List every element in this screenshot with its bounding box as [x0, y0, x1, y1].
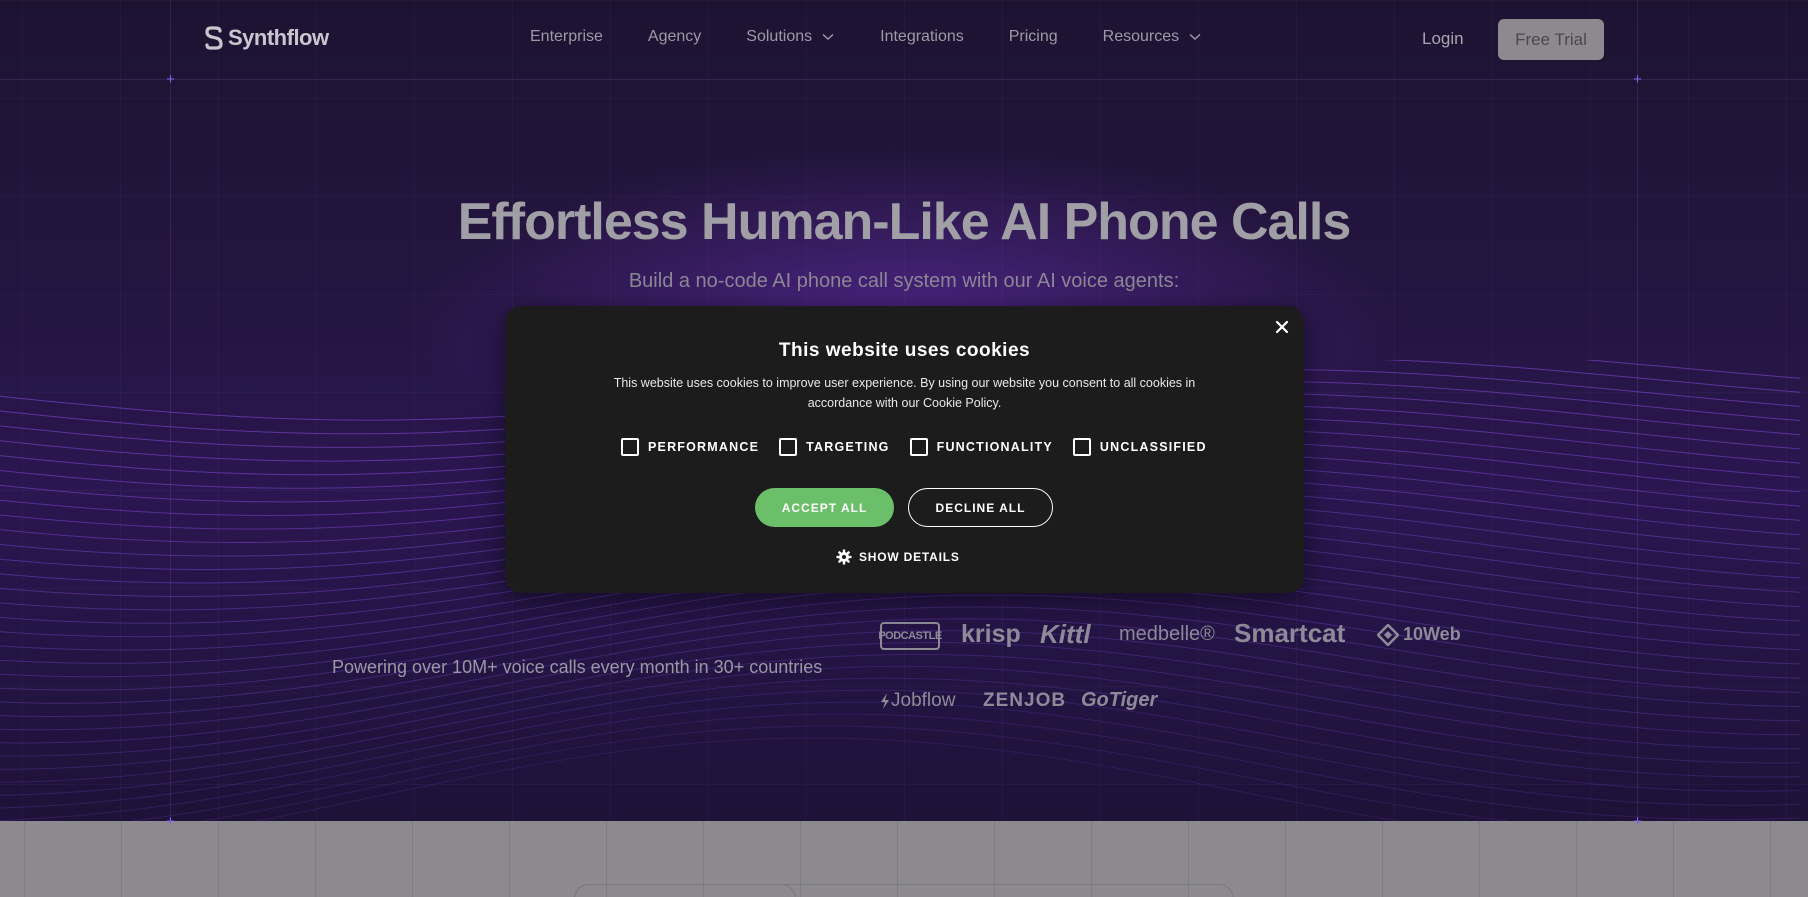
nav-link-label: Solutions — [746, 28, 813, 45]
wave-line — [0, 701, 1801, 821]
hero-subline: Build a no-code AI phone call system wit… — [628, 270, 1180, 292]
brand-logo-krisp: krisp — [961, 620, 1021, 648]
cookie-category-checkboxes: PERFORMANCE TARGETING FUNCTIONALITY UNCL… — [621, 438, 1227, 456]
brand-logo-zenjob: ZENJOB — [983, 690, 1067, 711]
checkbox-box[interactable] — [1072, 438, 1091, 456]
plus-icon: + — [1633, 813, 1642, 830]
logo-mark-icon — [205, 26, 223, 50]
bolt-icon — [881, 693, 889, 709]
diamond-icon — [1377, 624, 1399, 646]
brand-logo-10web: 10Web — [1403, 624, 1461, 644]
checkbox-box[interactable] — [909, 438, 928, 456]
brand-logo-kittl: Kittl — [1040, 619, 1091, 649]
chevron-down-icon — [822, 33, 834, 40]
nav-link-label: Resources — [1102, 28, 1180, 45]
nav-link-integrations[interactable]: Integrations — [880, 28, 964, 46]
brand-logo-podcastle: PODCASTLE — [878, 622, 942, 650]
nav-link-label: Enterprise — [530, 28, 603, 45]
login-link[interactable]: Login — [1422, 29, 1464, 49]
nav-link-label: Integrations — [880, 28, 964, 45]
brand-logo-jobflow: Jobflow — [891, 690, 956, 711]
nav-link-label: Agency — [647, 28, 702, 45]
checkbox-targeting[interactable]: TARGETING — [779, 438, 889, 456]
show-details-link[interactable]: SHOW DETAILS — [836, 549, 960, 565]
close-x-glyph — [1275, 320, 1289, 334]
nav-link-enterprise[interactable]: Enterprise — [530, 28, 603, 46]
show-details-label: SHOW DETAILS — [859, 550, 960, 564]
nav-link-label: Pricing — [1008, 28, 1058, 45]
brand-logo-medbelle: medbelle® — [1119, 623, 1215, 645]
checkbox-label: TARGETING — [806, 440, 890, 454]
checkbox-label: UNCLASSIFIED — [1099, 440, 1207, 454]
nav-link-resources[interactable]: Resources — [1103, 28, 1201, 46]
accept-all-button[interactable]: ACCEPT ALL — [755, 488, 894, 527]
close-icon[interactable] — [1272, 318, 1292, 338]
cookie-title: This website uses cookies — [778, 340, 1031, 361]
plus-icon: + — [166, 813, 175, 830]
checkbox-label: FUNCTIONALITY — [936, 440, 1053, 454]
brand-logo-smartcat: Smartcat — [1234, 618, 1346, 648]
nav-link-pricing[interactable]: Pricing — [1009, 28, 1058, 46]
nav-links: Enterprise Agency Solutions Integrations… — [530, 28, 1201, 46]
checkbox-box[interactable] — [621, 438, 639, 456]
cookie-body-text: This website uses cookies to improve use… — [613, 376, 1196, 410]
checkbox-functionality[interactable]: FUNCTIONALITY — [909, 438, 1053, 456]
checkbox-unclassified[interactable]: UNCLASSIFIED — [1072, 438, 1207, 456]
free-trial-button[interactable]: Free Trial — [1498, 19, 1604, 60]
checkbox-label: PERFORMANCE — [648, 440, 760, 454]
frame-line-right — [1637, 0, 1638, 897]
nav-link-solutions[interactable]: Solutions — [746, 28, 834, 46]
checkbox-box[interactable] — [779, 438, 798, 456]
checkbox-performance[interactable]: PERFORMANCE — [621, 438, 759, 456]
wave-line — [0, 665, 1801, 783]
decline-all-button[interactable]: DECLINE ALL — [908, 488, 1053, 527]
logo-text: Synthflow — [228, 25, 329, 50]
lower-tab-active — [574, 884, 796, 897]
brand-logo-gotiger: GoTiger — [1081, 689, 1158, 711]
top-nav: Synthflow Enterprise Agency Solutions In… — [0, 0, 1808, 78]
gear-icon — [836, 549, 852, 565]
hero-headline: Effortless Human-Like AI Phone Calls — [457, 193, 1351, 251]
synthflow-logo[interactable]: Synthflow — [204, 24, 329, 52]
frame-line-top — [0, 79, 1808, 80]
nav-link-agency[interactable]: Agency — [648, 28, 701, 46]
frame-line-left — [170, 0, 171, 897]
powering-text: Powering over 10M+ voice calls every mon… — [332, 657, 823, 677]
chevron-down-icon — [1189, 33, 1201, 40]
